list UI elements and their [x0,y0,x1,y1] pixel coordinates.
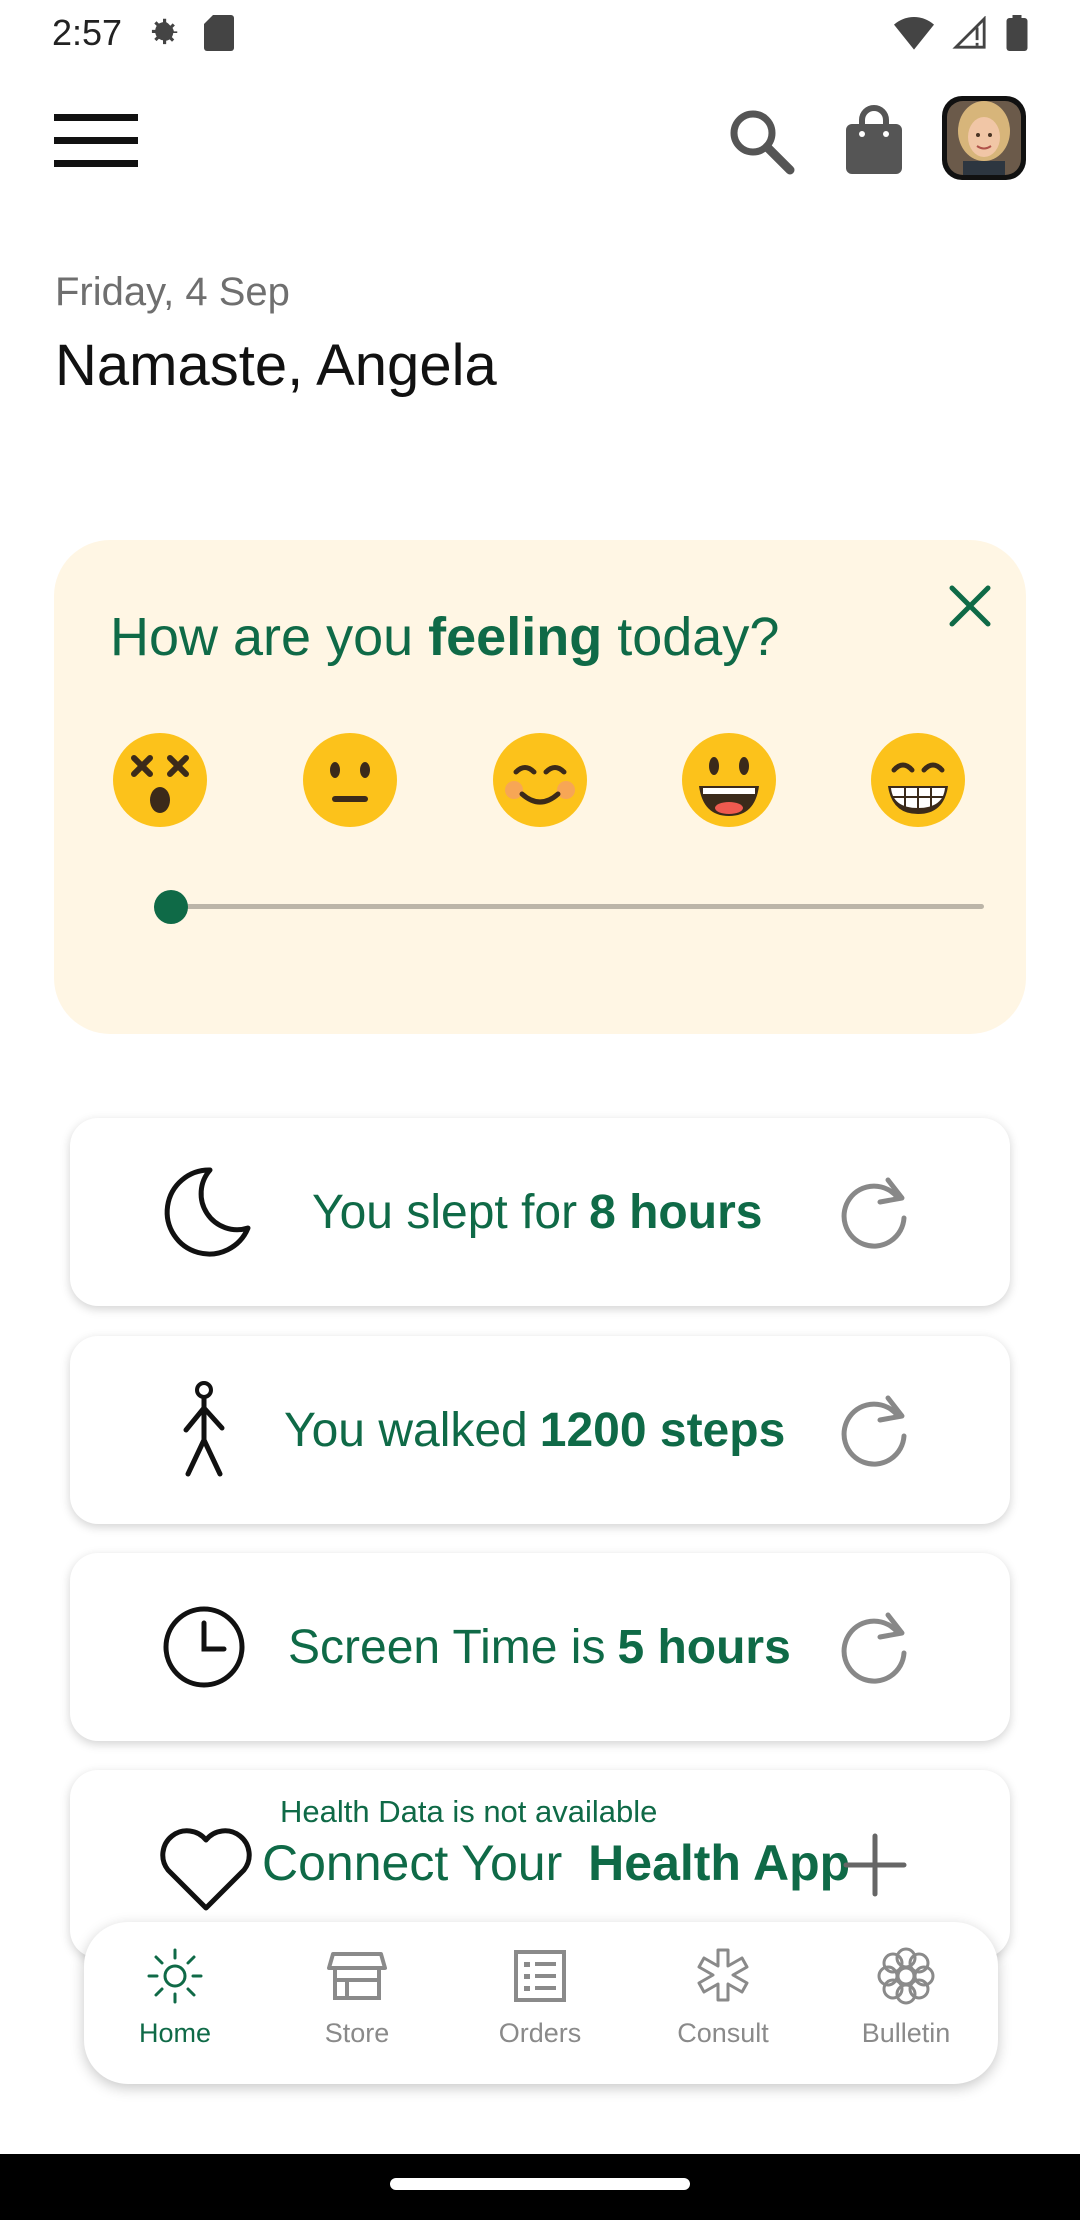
plus-icon[interactable] [840,1830,910,1900]
search-icon[interactable] [726,106,796,176]
profile-photo [947,101,1021,175]
status-time: 2:57 [52,12,123,53]
refresh-icon[interactable] [832,1168,918,1254]
moon-icon [164,1167,251,1257]
mood-question: How are you feeling today? [110,606,779,668]
sleep-value: 8 hours [589,1185,763,1239]
home-gesture-handle[interactable] [390,2178,690,2190]
list-icon [514,1950,566,2002]
mood-question-bold: feeling [428,607,603,667]
health-note: Health Data is not available [280,1794,658,1829]
walk-prefix: You walked [284,1403,528,1457]
walk-value: 1200 steps [539,1403,786,1457]
gesture-bar [0,2154,1080,2220]
shopping-bag-icon[interactable] [842,104,906,176]
screen-time-card[interactable]: Screen Time is 5 hours [70,1553,1010,1741]
app-bar [0,80,1080,200]
signal-icon [952,16,986,49]
store-icon [327,1952,387,2000]
health-text: Connect Your Health App [262,1834,850,1892]
neutral-face-emoji[interactable] [300,730,400,830]
mood-card: How are you feeling today? [54,540,1026,1034]
flower-icon [877,1947,935,2005]
sun-icon [147,1948,203,2004]
sd-card-icon [204,15,235,51]
mood-slider[interactable] [154,886,984,926]
beaming-face-emoji[interactable] [868,730,968,830]
asterisk-icon [697,1948,749,2002]
refresh-icon[interactable] [832,1386,918,1472]
slider-track [154,904,984,909]
settings-gear-icon [151,18,178,45]
nav-label-orders: Orders [498,2018,582,2048]
mood-question-prefix: How are you [110,607,414,667]
date-label: Friday, 4 Sep [55,270,290,314]
menu-icon[interactable] [54,108,138,172]
nav-item-bulletin[interactable]: Bulletin [815,1922,997,2084]
nav-item-store[interactable]: Store [266,1922,448,2084]
nav-label-bulletin: Bulletin [861,2018,951,2048]
mood-question-suffix: today? [617,607,780,667]
nav-label-home: Home [138,2018,212,2048]
sleep-text: You slept for 8 hours [312,1118,762,1306]
bottom-nav: Home Store Orders Consult Bulletin [84,1922,998,2084]
heart-icon [160,1828,252,1911]
walking-person-icon [183,1381,225,1477]
nav-label-consult: Consult [677,2018,769,2048]
health-prefix: Connect Your [262,1835,563,1891]
clock-icon [163,1606,245,1688]
emoji-row [54,730,1026,840]
health-value: Health App [588,1835,851,1891]
wifi-icon [894,17,934,50]
battery-icon [1006,15,1028,51]
screen-time-text: Screen Time is 5 hours [288,1553,791,1741]
smiling-face-emoji[interactable] [490,730,590,830]
screen-value: 5 hours [617,1620,791,1674]
avatar[interactable] [942,96,1026,180]
sleep-prefix: You slept for [312,1185,578,1239]
greeting-title: Namaste, Angela [55,333,497,398]
refresh-icon[interactable] [832,1603,918,1689]
nav-label-store: Store [324,2018,390,2048]
nav-item-orders[interactable]: Orders [449,1922,631,2084]
walk-card[interactable]: You walked 1200 steps [70,1336,1010,1524]
dizzy-face-emoji[interactable] [110,730,210,830]
grinning-face-emoji[interactable] [679,730,779,830]
sleep-card[interactable]: You slept for 8 hours [70,1118,1010,1306]
nav-item-home[interactable]: Home [84,1922,266,2084]
status-bar: 2:57 [0,0,1080,66]
close-icon[interactable] [934,570,1006,642]
nav-item-consult[interactable]: Consult [632,1922,814,2084]
screen-prefix: Screen Time is [288,1620,606,1674]
walk-text: You walked 1200 steps [284,1336,785,1524]
slider-thumb[interactable] [154,890,188,924]
